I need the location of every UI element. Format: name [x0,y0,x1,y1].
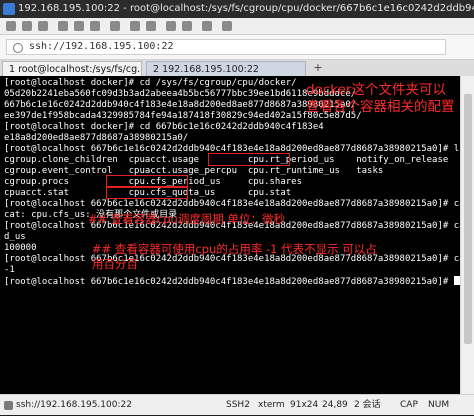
period-note: ## 查看容器cpu调度周期 单位：微秒 [88,212,285,226]
new-session-icon[interactable] [6,21,16,31]
tab-session-1[interactable]: 1 root@localhost:/sys/fs/cg... [2,61,142,76]
quota-note-line1: ## 查看容器可使用cpu的占用率 -1 代表不显示 可以占 [92,242,377,256]
copy-icon[interactable] [58,21,68,31]
address-value: ssh://192.168.195.100:22 [29,41,174,52]
quota-note-line2: 用百分百 [92,257,138,271]
terminal-line: 667b6c1e16c0242d2ddb940c4f183e4e18a8d200… [4,100,357,110]
search-icon[interactable] [90,21,100,31]
status-num: NUM [428,400,450,410]
terminal-line: e18a8d200ed8ae877d8687a38980215a0/ [4,133,189,143]
lock-icon[interactable] [166,21,176,31]
terminal-line: [root@localhost docker]# cd 667b6c1e16c0… [4,122,324,132]
globe-icon[interactable] [130,21,140,31]
status-caps: CAP [400,400,418,410]
status-host: ssh://192.168.195.100:22 [16,400,132,410]
address-bar: ssh://192.168.195.100:22 [0,35,474,60]
connection-icon [4,401,13,410]
window-titlebar: 192.168.195.100:22 - root@localhost:/sys… [0,0,474,18]
terminal-output[interactable]: [root@localhost docker]# cd /sys/fs/cgro… [0,76,460,394]
highlight-rt-period-box [208,153,290,166]
status-sessions: 2 会话 [354,400,381,410]
session-link-icon [13,43,23,53]
status-protocol: SSH2 [226,400,250,410]
settings-icon[interactable] [202,21,212,31]
status-position: 24,89 [322,400,348,410]
status-size: 91x24 [290,400,319,410]
link-icon[interactable] [38,21,48,31]
paste-icon[interactable] [74,21,84,31]
terminal-scrollbar[interactable] [460,76,474,394]
tab-session-2[interactable]: 2 192.168.195.100:22 [146,61,306,76]
open-folder-icon[interactable] [22,21,32,31]
window-title: 192.168.195.100:22 - root@localhost:/sys… [18,3,474,14]
terminal-line: -1 [4,265,15,275]
highlight-cfs-quota-box [106,186,188,199]
docker-note-line1: docker这个文件夹可以 [306,82,446,98]
scrollbar-thumb[interactable] [464,94,472,344]
terminal-line: [root@localhost docker]# cd /sys/fs/cgro… [4,78,297,88]
docker-note-line2: 查看各个容器相关的配置 [306,99,455,115]
terminal-line: 100000 [4,243,37,253]
session-tabs: 1 root@localhost:/sys/fs/cg... 2 192.168… [0,60,474,76]
font-icon[interactable] [146,21,156,31]
terminal-line: cgroup.event_control cpuacct.usage_percp… [4,166,384,176]
address-input[interactable]: ssh://192.168.195.100:22 [6,39,446,55]
xshell-app-icon [3,3,15,15]
terminal-line: d_us [4,232,26,242]
terminal-prompt: [root@localhost 667b6c1e16c0242d2ddb940c… [4,277,454,287]
terminal-cursor [453,276,460,285]
terminal-line: 05d20b2241eba560fc09d3b3ad2abeea4b5bc567… [4,89,357,99]
new-tab-plus-icon[interactable]: + [312,62,324,74]
status-bar: ssh://192.168.195.100:22 SSH2 xterm 91x2… [0,394,474,415]
terminal-line: [root@localhost 667b6c1e16c0242d2ddb940c… [4,199,460,209]
print-icon[interactable] [110,21,120,31]
toolbar [0,18,474,35]
keyboard-icon[interactable] [182,21,192,31]
help-icon[interactable] [222,21,232,31]
terminal-prompt-line: [root@localhost 667b6c1e16c0242d2ddb940c… [4,276,460,288]
status-term: xterm [258,400,285,410]
